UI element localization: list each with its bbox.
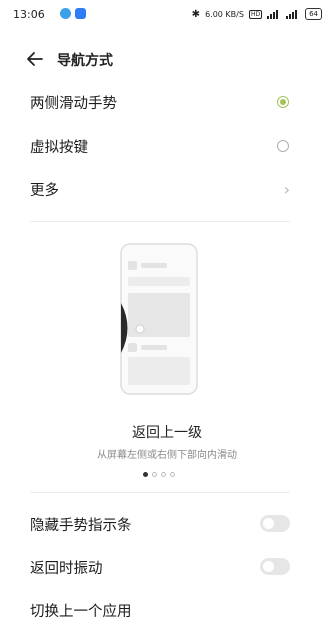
page-dot[interactable] [170, 472, 175, 477]
toggle-label: 返回时振动 [30, 561, 103, 577]
hd-icon: HD [248, 9, 263, 19]
qq-icon [60, 8, 71, 19]
option-swipe-gestures[interactable]: 两侧滑动手势 [0, 80, 334, 124]
page-dot[interactable] [152, 472, 157, 477]
gesture-illustration [120, 243, 198, 395]
divider [30, 221, 290, 222]
more-item[interactable]: 更多 › [0, 167, 334, 211]
option-label: 两侧滑动手势 [30, 96, 117, 112]
signal-icon [267, 9, 281, 19]
header: 导航方式 [0, 42, 334, 76]
bluetooth-icon: ✱ [191, 8, 201, 20]
page-title: 导航方式 [57, 53, 113, 69]
net-speed: 6.00 KB/S [205, 9, 244, 19]
page-dot[interactable] [161, 472, 166, 477]
notification-icons [60, 8, 86, 19]
chevron-right-icon: › [283, 180, 290, 199]
status-bar: 13:06 ✱ 6.00 KB/S HD 64 [0, 0, 334, 28]
option-label: 虚拟按键 [30, 140, 88, 156]
app-icon [75, 8, 86, 19]
signal-icon-2 [286, 9, 300, 19]
status-indicators: ✱ 6.00 KB/S HD 64 [192, 8, 322, 20]
status-time: 13:06 [13, 8, 45, 21]
page-dot[interactable] [143, 472, 148, 477]
toggle-row-vibrate[interactable]: 返回时振动 [0, 545, 334, 589]
radio-unselected[interactable] [277, 140, 289, 152]
radio-selected[interactable] [277, 96, 289, 108]
toggle-switch[interactable] [260, 515, 290, 532]
switch-last-app-item[interactable]: 切换上一个应用 [0, 588, 334, 632]
option-virtual-keys[interactable]: 虚拟按键 [0, 124, 334, 168]
toggle-row-hide-indicator[interactable]: 隐藏手势指示条 [0, 502, 334, 546]
battery-icon: 64 [305, 8, 322, 20]
page-indicator[interactable] [143, 472, 175, 477]
back-arrow-icon[interactable] [24, 48, 46, 70]
more-label: 更多 [30, 183, 59, 199]
toggle-switch[interactable] [260, 558, 290, 575]
illustration-title: 返回上一级 [132, 425, 202, 441]
toggle-label: 隐藏手势指示条 [30, 518, 132, 534]
divider [30, 492, 290, 493]
illustration-subtitle: 从屏幕左侧或右侧下部向内滑动 [97, 450, 237, 461]
